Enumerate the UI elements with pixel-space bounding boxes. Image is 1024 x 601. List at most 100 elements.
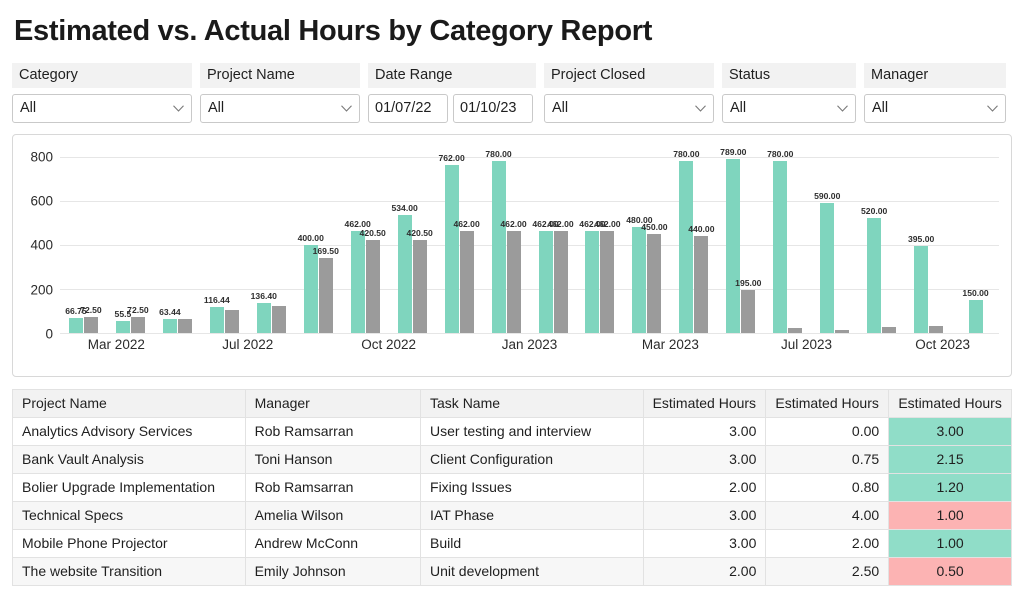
bar-estimated[interactable]: 462.00 xyxy=(585,231,599,333)
bar-actual[interactable] xyxy=(788,328,802,333)
cell-actual-hours: 0.75 xyxy=(766,445,889,473)
cell-actual-hours: 2.00 xyxy=(766,529,889,557)
table-row[interactable]: Bolier Upgrade ImplementationRob Ramsarr… xyxy=(13,473,1012,501)
bar-actual[interactable] xyxy=(882,327,896,333)
bar-actual[interactable] xyxy=(929,326,943,333)
cell-project-name: Bolier Upgrade Implementation xyxy=(13,473,246,501)
table-row[interactable]: Technical SpecsAmelia WilsonIAT Phase3.0… xyxy=(13,501,1012,529)
cell-project-name: Mobile Phone Projector xyxy=(13,529,246,557)
bar-estimated[interactable]: 150.00 xyxy=(969,300,983,333)
filter-category: Category All xyxy=(12,63,192,123)
filter-status-select[interactable]: All xyxy=(722,94,856,123)
cell-estimated-hours: 2.00 xyxy=(643,557,766,585)
chevron-down-icon xyxy=(837,105,848,112)
bar-estimated[interactable]: 780.00 xyxy=(492,161,506,333)
chevron-down-icon xyxy=(341,105,352,112)
bar-estimated[interactable]: 462.00 xyxy=(539,231,553,333)
table-row[interactable]: Analytics Advisory ServicesRob Ramsarran… xyxy=(13,417,1012,445)
bar-value-label: 420.50 xyxy=(406,228,432,238)
bar-value-label: 440.00 xyxy=(688,224,714,234)
bar-estimated[interactable]: 762.00 xyxy=(445,165,459,333)
bar-estimated[interactable]: 66.75 xyxy=(69,318,83,333)
bar-actual[interactable]: 462.00 xyxy=(507,231,521,333)
bar-actual[interactable]: 169.50 xyxy=(319,258,333,333)
bar-estimated[interactable]: 780.00 xyxy=(679,161,693,333)
col-header-manager[interactable]: Manager xyxy=(245,389,420,417)
bar-estimated[interactable]: 400.00 xyxy=(304,245,318,333)
filter-category-label: Category xyxy=(12,63,192,88)
bar-estimated[interactable]: 136.40 xyxy=(257,303,271,333)
bar-actual[interactable]: 462.00 xyxy=(460,231,474,333)
bar-actual[interactable] xyxy=(225,310,239,333)
bar-value-label: 169.50 xyxy=(313,246,339,256)
cell-difference-hours: 1.20 xyxy=(889,473,1012,501)
filter-bar: Category All Project Name All Date Range… xyxy=(0,49,1024,123)
bar-actual[interactable]: 195.00 xyxy=(741,290,755,333)
bar-estimated[interactable]: 116.44 xyxy=(210,307,224,333)
col-header-estimated-hours-3[interactable]: Estimated Hours xyxy=(889,389,1012,417)
cell-manager: Emily Johnson xyxy=(245,557,420,585)
filter-project-name: Project Name All xyxy=(200,63,360,123)
filter-project-closed-select[interactable]: All xyxy=(544,94,714,123)
bar-value-label: 72.50 xyxy=(80,305,102,315)
col-header-estimated-hours-2[interactable]: Estimated Hours xyxy=(766,389,889,417)
bar-group: 462.00420.50 xyxy=(342,157,389,333)
cell-estimated-hours: 2.00 xyxy=(643,473,766,501)
bar-actual[interactable] xyxy=(272,306,286,333)
bar-actual[interactable] xyxy=(835,330,849,333)
x-axis-tick-label: Mar 2022 xyxy=(88,337,145,352)
bar-actual[interactable]: 450.00 xyxy=(647,234,661,333)
bar-group: 762.00462.00 xyxy=(436,157,483,333)
cell-difference-hours: 3.00 xyxy=(889,417,1012,445)
page-title: Estimated vs. Actual Hours by Category R… xyxy=(0,0,1024,49)
date-to-input[interactable]: 01/10/23 xyxy=(453,94,533,123)
bar-estimated[interactable]: 55.5 xyxy=(116,321,130,333)
x-axis-tick-label: Oct 2022 xyxy=(361,337,416,352)
bar-actual[interactable]: 462.00 xyxy=(600,231,614,333)
date-from-input[interactable]: 01/07/22 xyxy=(368,94,448,123)
filter-project-name-select[interactable]: All xyxy=(200,94,360,123)
bar-actual[interactable]: 440.00 xyxy=(694,236,708,333)
bar-actual[interactable]: 420.50 xyxy=(366,240,380,333)
bar-value-label: 520.00 xyxy=(861,206,887,216)
table-row[interactable]: Bank Vault AnalysisToni HansonClient Con… xyxy=(13,445,1012,473)
bar-estimated[interactable]: 63.44 xyxy=(163,319,177,333)
bar-group: 480.00450.00 xyxy=(623,157,670,333)
bar-value-label: 534.00 xyxy=(391,203,417,213)
chart-panel: 0200400600800 66.7572.5055.572.5063.4411… xyxy=(12,134,1012,377)
bar-actual[interactable]: 72.50 xyxy=(131,317,145,333)
col-header-project-name[interactable]: Project Name xyxy=(13,389,246,417)
bar-actual[interactable]: 420.50 xyxy=(413,240,427,333)
bar-actual[interactable] xyxy=(178,319,192,333)
filter-manager-select[interactable]: All xyxy=(864,94,1006,123)
table-body: Analytics Advisory ServicesRob Ramsarran… xyxy=(13,417,1012,585)
cell-manager: Andrew McConn xyxy=(245,529,420,557)
cell-difference-hours: 0.50 xyxy=(889,557,1012,585)
chevron-down-icon xyxy=(987,105,998,112)
bar-value-label: 136.40 xyxy=(251,291,277,301)
filter-category-value: All xyxy=(20,100,36,116)
col-header-task-name[interactable]: Task Name xyxy=(421,389,644,417)
bar-estimated[interactable]: 789.00 xyxy=(726,159,740,333)
bar-estimated[interactable]: 590.00 xyxy=(820,203,834,333)
bar-actual[interactable]: 72.50 xyxy=(84,317,98,333)
bar-value-label: 450.00 xyxy=(641,222,667,232)
bar-group: 136.40 xyxy=(248,157,295,333)
filter-category-select[interactable]: All xyxy=(12,94,192,123)
col-header-estimated-hours-1[interactable]: Estimated Hours xyxy=(643,389,766,417)
bar-value-label: 195.00 xyxy=(735,278,761,288)
bar-actual[interactable]: 462.00 xyxy=(554,231,568,333)
bar-estimated[interactable]: 480.00 xyxy=(632,227,646,333)
table-row[interactable]: The website TransitionEmily JohnsonUnit … xyxy=(13,557,1012,585)
table-header: Project Name Manager Task Name Estimated… xyxy=(13,389,1012,417)
gridline: 0 xyxy=(60,333,999,334)
bar-value-label: 420.50 xyxy=(360,228,386,238)
bar-estimated[interactable]: 780.00 xyxy=(773,161,787,333)
data-table: Project Name Manager Task Name Estimated… xyxy=(12,389,1012,586)
bar-estimated[interactable]: 520.00 xyxy=(867,218,881,332)
bar-estimated[interactable]: 462.00 xyxy=(351,231,365,333)
bar-value-label: 590.00 xyxy=(814,191,840,201)
table-row[interactable]: Mobile Phone ProjectorAndrew McConnBuild… xyxy=(13,529,1012,557)
cell-project-name: Bank Vault Analysis xyxy=(13,445,246,473)
bar-estimated[interactable]: 395.00 xyxy=(914,246,928,333)
